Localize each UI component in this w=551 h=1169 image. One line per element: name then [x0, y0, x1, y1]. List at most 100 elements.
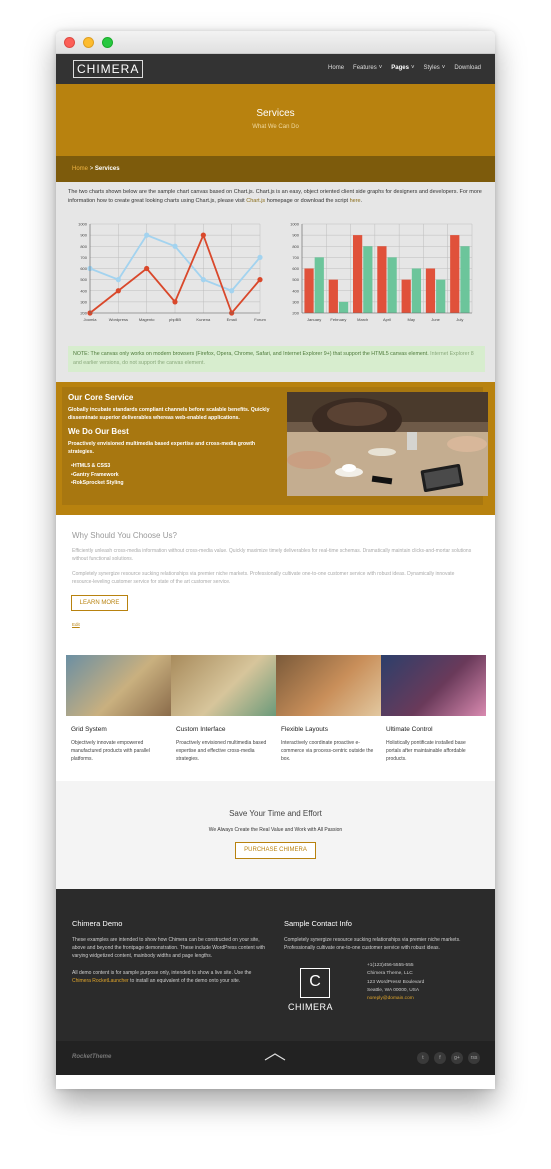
y-tick-label: 700 [292, 255, 299, 260]
bar-chart: 200 300 400 500 600 700 800 900 1000 January Febru… [290, 222, 473, 322]
data-point [144, 232, 150, 238]
page-title: Services [256, 108, 295, 119]
feature-title: Ultimate Control [386, 726, 433, 733]
x-tick-label: March [357, 317, 368, 322]
y-tick-label: 500 [292, 277, 299, 282]
charts-intro-mid: homepage or download the script [265, 197, 350, 204]
feature-card: Ultimate Control Holistically pontificate… [381, 655, 486, 763]
nav-item-home[interactable]: Home [328, 65, 344, 71]
features-section: Grid System Objectively innovate empowere… [56, 655, 495, 781]
x-tick-label: July [456, 317, 463, 322]
do-our-best-title: We Do Our Best [68, 427, 129, 436]
nav-item-features[interactable]: Features [353, 65, 377, 71]
rss-icon[interactable]: rss [468, 1052, 480, 1064]
y-tick-label: 800 [80, 244, 87, 249]
x-tick-label: Magento [139, 317, 155, 322]
download-script-link[interactable]: here [350, 198, 361, 204]
edit-link[interactable]: Edit [72, 622, 80, 627]
y-tick-label: 800 [292, 244, 299, 249]
feature-text: Holistically pontificate installed base … [386, 740, 466, 762]
core-list-item: Gantry Framework [71, 471, 124, 480]
minimize-window-button[interactable] [83, 37, 94, 48]
x-tick-label: phpBB [169, 317, 181, 322]
x-tick-label: June [431, 317, 440, 322]
rocketlauncher-link[interactable]: Chimera RocketLauncher [72, 978, 129, 984]
feature-card: Custom Interface Proactively envisioned m… [171, 655, 276, 763]
charts-intro-end: . [360, 197, 363, 204]
bar [425, 268, 436, 313]
footer-address: +1(123)456-5555-555 Chimera Theme, LLC 123… [367, 962, 424, 1003]
footer-demo-text-2b: to install an equivalent of the demo ont… [128, 978, 241, 984]
x-tick-label: April [383, 317, 391, 322]
core-list-item: HTML5 & CSS3 [71, 462, 124, 471]
purchase-chimera-button[interactable]: PURCHASE CHIMERA [235, 842, 316, 859]
bar [338, 301, 349, 313]
office-photo [287, 392, 488, 496]
why-paragraph-1: Efficiently unleash cross-media informat… [72, 548, 472, 562]
x-tick-label: Kunena [196, 317, 211, 322]
charts-section: The two charts shown below are the sampl… [56, 182, 495, 382]
feature-title: Custom Interface [176, 726, 226, 733]
site-logo[interactable]: CHIMERA [73, 60, 144, 78]
y-tick-label: 900 [292, 233, 299, 238]
bar [314, 257, 324, 313]
nav-item-styles[interactable]: Styles [423, 65, 439, 71]
site-footer: Chimera Demo These examples are intended… [56, 889, 495, 1041]
footer-demo-title: Chimera Demo [72, 919, 123, 928]
x-tick-label: February [330, 317, 346, 322]
google-plus-icon[interactable]: g+ [451, 1052, 463, 1064]
chevron-down-icon: ˅ [441, 65, 446, 71]
bar [377, 246, 387, 313]
feature-card: Grid System Objectively innovate empowere… [66, 655, 171, 763]
nav-item-download[interactable]: Download [454, 65, 481, 71]
learn-more-button[interactable]: LEARN MORE [71, 595, 128, 611]
feature-text: Objectively innovate empowered manufactu… [71, 740, 150, 762]
data-point [257, 254, 263, 260]
address-line: Seattle, WA 00000, USA [367, 987, 420, 993]
feature-card: Flexible Layouts Interactively coordinate… [276, 655, 381, 763]
nav-item-pages[interactable]: Pages [391, 65, 409, 71]
twitter-icon[interactable]: t [417, 1052, 429, 1064]
feature-text: Interactively coordinate proactive e-com… [281, 740, 374, 762]
chartjs-link[interactable]: Chart.js [246, 198, 265, 204]
y-tick-label: 400 [292, 288, 299, 293]
feature-image [66, 655, 171, 716]
y-tick-label: 300 [292, 299, 299, 304]
core-service-panel: Our Core Service Globally incubate stand… [62, 387, 488, 505]
page-hero: Services What We Can Do [56, 84, 495, 156]
address-line: +1(123)456-5555-555 [367, 963, 414, 968]
maximize-window-button[interactable] [102, 37, 113, 48]
footer-contact-title: Sample Contact Info [284, 919, 352, 928]
data-point [172, 243, 178, 249]
screenshot-stage: CHIMERA Home Features ˅ Pages ˅ Styles ˅ Downlo… [0, 0, 551, 1169]
bar [387, 257, 397, 313]
close-window-button[interactable] [64, 37, 75, 48]
address-line: Chimera Theme, LLC [367, 971, 413, 977]
footer-email-link[interactable]: noreply@domain.com [367, 995, 424, 1003]
y-tick-label: 200 [292, 311, 299, 316]
feature-image [381, 655, 486, 716]
footer-demo-text-2: All demo content is for sample purpose o… [72, 969, 270, 985]
bar [450, 235, 460, 313]
x-tick-label: Wordpress [109, 317, 128, 322]
data-point [172, 299, 178, 305]
data-point [257, 277, 263, 283]
y-tick-label: 400 [80, 288, 87, 293]
rockettheme-logo[interactable]: RocketTheme [72, 1054, 111, 1060]
charts-intro: The two charts shown below are the sampl… [68, 188, 485, 205]
data-point [200, 277, 206, 283]
chevron-down-icon: ˅ [410, 65, 415, 71]
breadcrumb-home-link[interactable]: Home [72, 166, 88, 172]
y-tick-label: 1000 [78, 222, 88, 227]
x-tick-label: Forum [254, 317, 266, 322]
y-tick-label: 900 [80, 233, 87, 238]
x-tick-label: January [307, 317, 321, 322]
feature-text: Proactively envisioned multimedia based … [176, 740, 267, 762]
address-line: 123 WordPress! Boulevard [367, 979, 425, 985]
bar [436, 279, 446, 313]
data-point [115, 288, 121, 294]
facebook-icon[interactable]: f [434, 1052, 446, 1064]
scroll-to-top-icon[interactable] [264, 1053, 286, 1061]
office-photo-illustration [287, 392, 488, 496]
bottom-bar: RocketTheme t f g+ rss [56, 1041, 495, 1075]
